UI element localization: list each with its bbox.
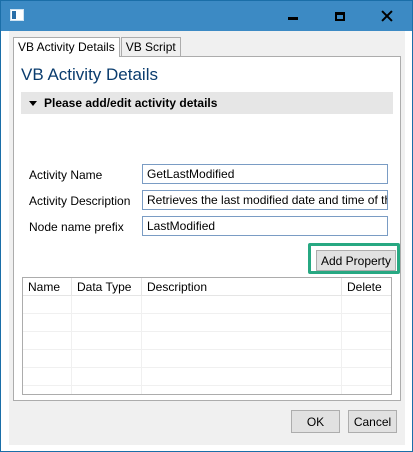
table-row	[23, 314, 391, 332]
table-row	[23, 386, 391, 394]
minimize-button[interactable]	[269, 1, 316, 31]
column-header-name[interactable]: Name	[23, 278, 72, 296]
maximize-button[interactable]	[316, 1, 363, 31]
grid-header: Name Data Type Description Delete	[23, 278, 391, 296]
minimize-icon	[287, 16, 298, 20]
activity-name-label: Activity Name	[29, 168, 103, 182]
section-header[interactable]: Please add/edit activity details	[21, 92, 393, 114]
node-name-prefix-input[interactable]: LastModified	[142, 216, 388, 236]
column-header-description[interactable]: Description	[142, 278, 342, 296]
tab-vb-activity-details[interactable]: VB Activity Details	[13, 37, 120, 57]
title-bar[interactable]	[1, 1, 412, 31]
table-row	[23, 332, 391, 350]
collapse-arrow-icon	[29, 100, 37, 106]
section-header-label: Please add/edit activity details	[44, 96, 218, 110]
activity-description-label: Activity Description	[29, 194, 131, 208]
properties-grid[interactable]: Name Data Type Description Delete	[22, 277, 392, 395]
activity-name-input[interactable]: GetLastModified	[142, 164, 388, 184]
close-button[interactable]	[363, 1, 410, 31]
node-name-prefix-label: Node name prefix	[29, 220, 124, 234]
tab-vb-script[interactable]: VB Script	[120, 37, 181, 56]
table-row	[23, 368, 391, 386]
tab-page: VB Activity Details Please add/edit acti…	[13, 56, 401, 401]
tab-strip: VB Activity Details VB Script	[13, 37, 181, 57]
page-title: VB Activity Details	[21, 65, 158, 84]
add-property-button[interactable]: Add Property	[316, 250, 396, 271]
app-window-icon	[10, 9, 24, 21]
activity-description-input[interactable]: Retrieves the last modified date and tim…	[142, 190, 388, 210]
dialog-client-area: VB Activity Details VB Script VB Activit…	[9, 31, 405, 445]
ok-button[interactable]: OK	[291, 410, 340, 433]
dialog-window: VB Activity Details VB Script VB Activit…	[0, 0, 413, 452]
column-header-delete[interactable]: Delete	[342, 278, 391, 296]
cancel-button[interactable]: Cancel	[348, 410, 397, 433]
close-icon	[381, 10, 393, 22]
maximize-icon	[334, 11, 345, 21]
column-header-data-type[interactable]: Data Type	[72, 278, 142, 296]
table-row	[23, 350, 391, 368]
table-row	[23, 296, 391, 314]
